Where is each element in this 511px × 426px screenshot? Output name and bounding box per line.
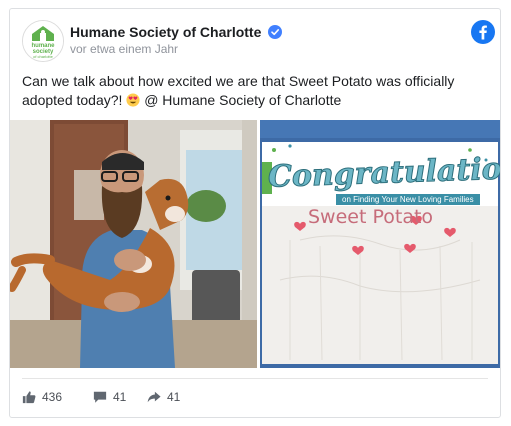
post-message: Can we talk about how excited we are tha… [22,72,492,110]
adopter-photo-illustration [10,120,257,368]
stats-divider [22,378,488,379]
svg-text:of charlotte: of charlotte [33,54,54,59]
congratulations-banner-subtext: on Finding Your New Loving Families [336,194,480,205]
facebook-logo-icon[interactable] [471,20,495,44]
likes-count-button[interactable]: 436 [22,390,62,404]
comment-bubble-icon [93,391,107,403]
post-mention[interactable]: @ Humane Society of Charlotte [140,92,341,108]
photo-adopter-with-dog[interactable] [10,120,257,368]
shares-count-button[interactable]: 41 [147,390,180,404]
photo-congratulations-board[interactable]: Congratulations on Finding Your New Lovi… [260,120,500,368]
post-timestamp[interactable]: vor etwa einem Jahr [70,42,178,56]
heart-eyes-emoji-icon [126,93,140,107]
thumbs-up-icon [22,391,36,404]
facebook-post-card: humane society of charlotte Humane Socie… [9,8,501,418]
likes-count: 436 [42,390,63,404]
verified-badge-icon [268,25,282,39]
share-arrow-icon [147,391,161,403]
dog-name-handwritten: Sweet Potato [308,206,434,228]
comments-count-button[interactable]: 41 [93,390,126,404]
humane-society-logo-icon: humane society of charlotte [23,21,63,61]
comments-count: 41 [113,390,127,404]
shares-count: 41 [167,390,181,404]
photo-grid: Congratulations on Finding Your New Lovi… [10,120,500,368]
page-name-link[interactable]: Humane Society of Charlotte [70,24,261,40]
page-avatar[interactable]: humane society of charlotte [22,20,64,62]
